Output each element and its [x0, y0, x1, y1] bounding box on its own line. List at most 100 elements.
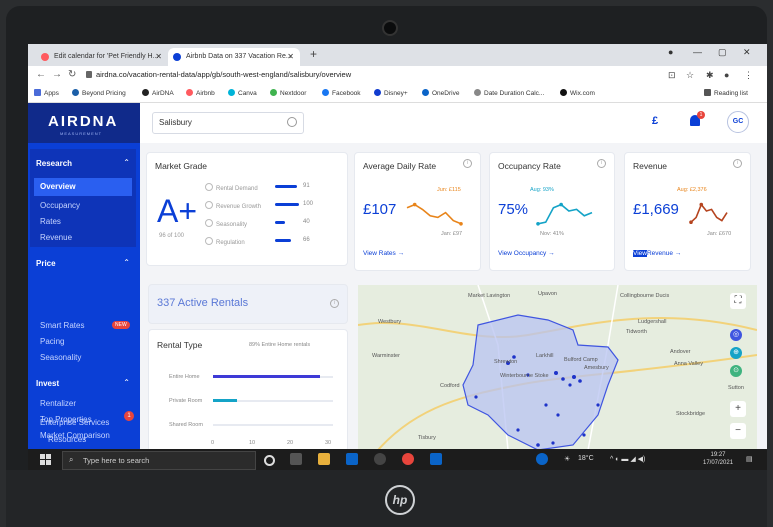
tray-icons[interactable]: ^ ◐ ▬ ◢ ◀)	[610, 455, 645, 463]
top-bar: Salisbury £ 1 GC	[140, 103, 767, 143]
currency-selector[interactable]: £	[652, 115, 658, 127]
location-search[interactable]: Salisbury	[152, 112, 304, 134]
search-icon[interactable]	[287, 117, 297, 127]
profile-dot-icon[interactable]: ●	[668, 47, 673, 57]
windows-start-icon[interactable]	[40, 454, 51, 465]
sidebar-item-rentalizer[interactable]: Rentalizer	[40, 399, 76, 408]
forward-arrow-icon[interactable]: →	[52, 69, 62, 80]
bookmark-wix[interactable]: Wix.com	[560, 89, 595, 97]
view-rates-link[interactable]: View Rates →	[363, 250, 404, 257]
close-tab-icon[interactable]: ✕	[155, 48, 162, 66]
layer-icon[interactable]: ⊕	[730, 347, 742, 359]
close-tab-icon[interactable]: ✕	[287, 48, 294, 66]
outlook-icon[interactable]	[430, 453, 442, 465]
info-icon[interactable]: i	[597, 159, 606, 168]
profile-icon[interactable]: ●	[724, 70, 729, 80]
view-occupancy-link[interactable]: View Occupancy →	[498, 250, 555, 257]
bookmark-apps[interactable]: Apps	[34, 89, 59, 97]
task-view-icon[interactable]	[290, 453, 302, 465]
chrome-icon[interactable]	[402, 453, 414, 465]
maximize-button[interactable]: ▢	[718, 47, 727, 58]
search-input[interactable]: Salisbury	[159, 118, 192, 127]
occupancy-sparkline	[536, 202, 593, 226]
mail-icon[interactable]	[346, 453, 358, 465]
bookmark-canva[interactable]: Canva	[228, 89, 257, 97]
bookmark-beyond-pricing[interactable]: Beyond Pricing	[72, 89, 126, 97]
new-tab-button[interactable]: +	[310, 47, 317, 61]
close-window-button[interactable]: ✕	[743, 47, 751, 58]
taskbar-search[interactable]: ⌕ Type here to search	[62, 451, 256, 470]
screen: Edit calendar for 'Pet Friendly H... ✕ A…	[28, 44, 767, 470]
info-icon[interactable]: i	[733, 159, 742, 168]
zoom-out-button[interactable]: −	[730, 423, 746, 439]
map-label: Collingbourne Ducis	[620, 293, 670, 299]
sparkline-low-point	[536, 222, 540, 226]
section-price[interactable]: Price	[36, 259, 56, 268]
minimize-button[interactable]: —	[693, 47, 702, 57]
sidebar-item-smart-rates[interactable]: Smart Rates	[40, 321, 84, 330]
translate-icon[interactable]: ⊡	[668, 70, 676, 81]
bookmark-star-icon[interactable]: ☆	[686, 70, 694, 81]
clock[interactable]: 19:27 17/07/2021	[703, 451, 733, 467]
chevron-up-icon[interactable]: ⌃	[123, 158, 130, 167]
sidebar-item-resources[interactable]: Resources	[48, 435, 86, 444]
view-revenue-link[interactable]: ViewRevenue →	[633, 250, 681, 257]
rentals-map[interactable]: Market Lavington Upavon Collingbourne Du…	[358, 285, 757, 450]
bar-entire-home	[213, 375, 320, 378]
sidebar-item-rates[interactable]: Rates	[40, 217, 61, 226]
info-icon[interactable]: i	[330, 299, 339, 308]
hp-logo: hp	[385, 485, 415, 515]
sidebar-item-pacing[interactable]: Pacing	[40, 337, 64, 346]
app-icon[interactable]	[374, 453, 386, 465]
metric-label: Regulation	[205, 237, 245, 246]
bar-track	[213, 424, 333, 426]
file-explorer-icon[interactable]	[318, 453, 330, 465]
weather-icon[interactable]: ☀	[564, 455, 570, 463]
bookmark-nextdoor[interactable]: Nextdoor	[270, 89, 306, 97]
link-text: Revenue →	[646, 250, 682, 257]
bookmark-onedrive[interactable]: OneDrive	[422, 89, 459, 97]
rental-type-legend: 89% Entire Home rentals	[249, 342, 311, 348]
bookmark-facebook[interactable]: Facebook	[322, 89, 361, 97]
sidebar-item-overview[interactable]: Overview	[34, 178, 132, 196]
chevron-up-icon[interactable]: ⌃	[123, 378, 130, 387]
bookmark-disney[interactable]: Disney+	[374, 89, 408, 97]
taskbar-search-placeholder: Type here to search	[83, 456, 150, 465]
fullscreen-icon[interactable]: ⛶	[730, 293, 746, 309]
cortana-icon[interactable]	[264, 455, 275, 466]
brand-logo[interactable]: AIRDNA MEASUREMENT	[28, 103, 140, 143]
notifications-icon[interactable]: ▤	[746, 455, 753, 463]
bookmark-airbnb[interactable]: Airbnb	[186, 89, 215, 97]
sidebar-item-seasonality[interactable]: Seasonality	[40, 353, 81, 362]
tab-edit-calendar[interactable]: Edit calendar for 'Pet Friendly H... ✕	[36, 48, 168, 66]
metric-bar	[275, 221, 285, 224]
sidebar-item-occupancy[interactable]: Occupancy	[40, 201, 80, 210]
card-title: Market Grade	[155, 161, 207, 171]
section-invest[interactable]: Invest	[36, 379, 59, 388]
tab-title: Airbnb Data on 337 Vacation Re...	[186, 53, 292, 60]
layer-icon[interactable]: ◎	[730, 329, 742, 341]
sidebar-item-enterprise[interactable]: Enterprise Services	[40, 418, 109, 427]
bookmark-airdna[interactable]: AirDNA	[142, 89, 174, 97]
tab-airbnb-data[interactable]: Airbnb Data on 337 Vacation Re... ✕	[168, 48, 300, 66]
section-research[interactable]: Research	[36, 159, 72, 168]
bookmark-date-duration[interactable]: Date Duration Calc...	[474, 89, 544, 97]
info-icon[interactable]: i	[463, 159, 472, 168]
menu-icon[interactable]: ⋮	[744, 70, 753, 81]
teams-icon[interactable]	[536, 453, 548, 465]
sidebar-item-revenue[interactable]: Revenue	[40, 233, 72, 242]
tick-label: 10	[249, 440, 256, 446]
url-field[interactable]: airdna.co/vacation-rental-data/app/gb/so…	[96, 70, 351, 79]
reload-icon[interactable]: ↻	[68, 69, 76, 80]
map-label: Tidworth	[626, 329, 647, 335]
reading-list-button[interactable]: Reading list	[704, 89, 748, 97]
weather-temp[interactable]: 18°C	[578, 455, 594, 462]
zoom-in-button[interactable]: +	[730, 401, 746, 417]
taskbar: ⌕ Type here to search ☀ 18°C ^ ◐ ▬ ◢ ◀) …	[28, 449, 767, 470]
back-arrow-icon[interactable]: ←	[36, 69, 46, 80]
info-icon	[205, 237, 213, 245]
chevron-up-icon[interactable]: ⌃	[123, 258, 130, 267]
extensions-icon[interactable]: ✱	[706, 70, 714, 81]
layer-icon[interactable]: ⊙	[730, 365, 742, 377]
avatar[interactable]: GC	[727, 111, 749, 133]
